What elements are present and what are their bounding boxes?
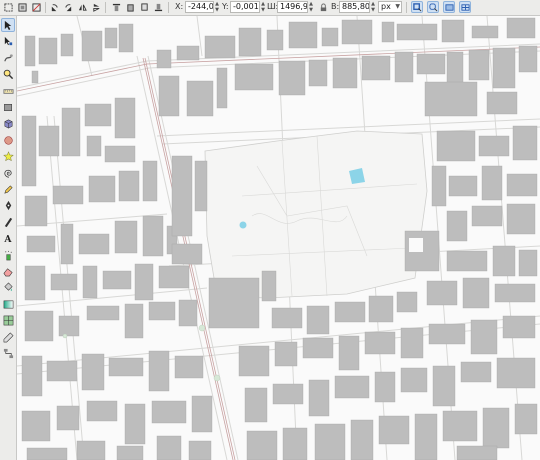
lower-icon bbox=[141, 3, 148, 11]
width-input[interactable]: 1496,93 bbox=[277, 1, 308, 13]
chevron-down-icon: ▼ bbox=[395, 3, 400, 10]
toolbox: A bbox=[0, 16, 17, 460]
flip-vertical-button[interactable] bbox=[90, 1, 102, 13]
calligraphy-icon bbox=[4, 217, 13, 227]
raise-to-top-button[interactable] bbox=[110, 1, 122, 13]
lower-to-bottom-button[interactable] bbox=[152, 1, 164, 13]
scale-corners-button[interactable] bbox=[427, 1, 439, 13]
raise-button[interactable] bbox=[124, 1, 136, 13]
scale-corners-icon bbox=[429, 3, 438, 12]
spiral-icon bbox=[4, 169, 12, 178]
width-spinner[interactable]: ▲ ▼ bbox=[308, 1, 314, 13]
unit-select[interactable]: px ▼ bbox=[378, 1, 402, 13]
move-patterns-icon bbox=[461, 4, 470, 11]
rotate-ccw-button[interactable] bbox=[48, 1, 60, 13]
lock-icon bbox=[320, 3, 327, 12]
spray-icon bbox=[5, 250, 12, 260]
connector-icon bbox=[3, 348, 14, 359]
tool-gradient-button[interactable] bbox=[1, 297, 15, 311]
document-canvas[interactable] bbox=[17, 16, 540, 460]
y-label: Y: bbox=[222, 2, 229, 11]
rectangle-icon bbox=[4, 104, 12, 111]
scale-stroke-icon bbox=[413, 3, 422, 12]
tool-bucket-button[interactable] bbox=[1, 280, 15, 294]
tool-calligraphy-button[interactable] bbox=[1, 215, 15, 229]
courtyard bbox=[409, 238, 423, 252]
y-input[interactable]: -0,001 bbox=[230, 1, 260, 13]
gradient-icon bbox=[3, 300, 14, 309]
tool-pen-button[interactable] bbox=[1, 198, 15, 212]
height-spinner[interactable]: ▲ ▼ bbox=[370, 1, 376, 13]
city-map-drawing[interactable] bbox=[17, 16, 540, 460]
select-all-icon bbox=[4, 3, 13, 12]
raise-icon bbox=[127, 4, 134, 12]
x-label: X: bbox=[175, 2, 184, 11]
arrow-pointer-icon bbox=[4, 20, 12, 31]
height-label: В: bbox=[331, 2, 340, 11]
node-edit-icon bbox=[4, 37, 13, 46]
invert-selection-icon bbox=[32, 3, 41, 12]
lower-to-bottom-icon bbox=[154, 3, 163, 12]
star-icon bbox=[3, 151, 14, 162]
height-input[interactable]: 885,800 bbox=[339, 1, 370, 13]
pencil-icon bbox=[4, 185, 13, 194]
select-all-button[interactable] bbox=[2, 1, 14, 13]
rotate-cw-icon bbox=[65, 4, 72, 12]
tool-dropper-button[interactable] bbox=[1, 330, 15, 344]
tool-controls-bar: X: -244,09 ▲▼ Y: -0,001 ▲▼ Ш: 1496,93 ▲▼… bbox=[0, 0, 540, 16]
move-patterns-button[interactable] bbox=[459, 1, 471, 13]
text-icon: A bbox=[3, 234, 12, 244]
tweak-icon bbox=[4, 54, 13, 62]
lower-button[interactable] bbox=[138, 1, 150, 13]
rotate-ccw-icon bbox=[51, 4, 58, 12]
ellipse-icon bbox=[4, 136, 13, 145]
y-spinner[interactable]: ▲ ▼ bbox=[260, 1, 266, 13]
mesh-icon bbox=[3, 315, 14, 326]
unit-value: px bbox=[381, 2, 391, 11]
svg-text:A: A bbox=[3, 234, 12, 244]
pen-icon bbox=[5, 201, 12, 211]
tool-text-button[interactable]: A bbox=[1, 231, 15, 245]
tool-ellipse-button[interactable] bbox=[1, 133, 15, 147]
lock-proportions-button[interactable] bbox=[317, 1, 329, 13]
x-spinner[interactable]: ▲ ▼ bbox=[214, 1, 220, 13]
tool-eraser-button[interactable] bbox=[1, 264, 15, 278]
invert-selection-button[interactable] bbox=[30, 1, 42, 13]
tool-measure-button[interactable] bbox=[1, 84, 15, 98]
move-gradients-icon bbox=[445, 4, 454, 11]
tool-spiral-button[interactable] bbox=[1, 166, 15, 180]
eraser-icon bbox=[3, 268, 13, 277]
tool-star-button[interactable] bbox=[1, 149, 15, 163]
tool-rectangle-button[interactable] bbox=[1, 100, 15, 114]
ruler-icon bbox=[3, 88, 14, 94]
select-in-all-layers-button[interactable] bbox=[16, 1, 28, 13]
tool-connector-button[interactable] bbox=[1, 346, 15, 360]
fountain bbox=[239, 221, 247, 229]
flip-horizontal-button[interactable] bbox=[76, 1, 88, 13]
flip-horizontal-icon bbox=[78, 4, 87, 11]
flip-vertical-icon bbox=[93, 3, 100, 12]
move-gradients-button[interactable] bbox=[443, 1, 455, 13]
tool-selector-button[interactable] bbox=[1, 18, 15, 32]
paint-bucket-icon bbox=[4, 282, 13, 292]
x-input[interactable]: -244,09 bbox=[185, 1, 214, 13]
scale-stroke-button[interactable] bbox=[411, 1, 423, 13]
tool-node-button[interactable] bbox=[1, 34, 15, 48]
zoom-icon bbox=[3, 69, 14, 80]
tool-pencil-button[interactable] bbox=[1, 182, 15, 196]
dropper-icon bbox=[3, 332, 14, 342]
select-all-layers-icon bbox=[18, 3, 27, 12]
raise-to-top-icon bbox=[112, 3, 121, 12]
central-park bbox=[204, 130, 428, 299]
tool-mesh-button[interactable] bbox=[1, 313, 15, 327]
cube-icon bbox=[4, 119, 13, 129]
tool-spray-button[interactable] bbox=[1, 248, 15, 262]
rotate-cw-button[interactable] bbox=[62, 1, 74, 13]
tool-tweak-button[interactable] bbox=[1, 51, 15, 65]
tool-zoom-button[interactable] bbox=[1, 67, 15, 81]
tool-3d-box-button[interactable] bbox=[1, 116, 15, 130]
